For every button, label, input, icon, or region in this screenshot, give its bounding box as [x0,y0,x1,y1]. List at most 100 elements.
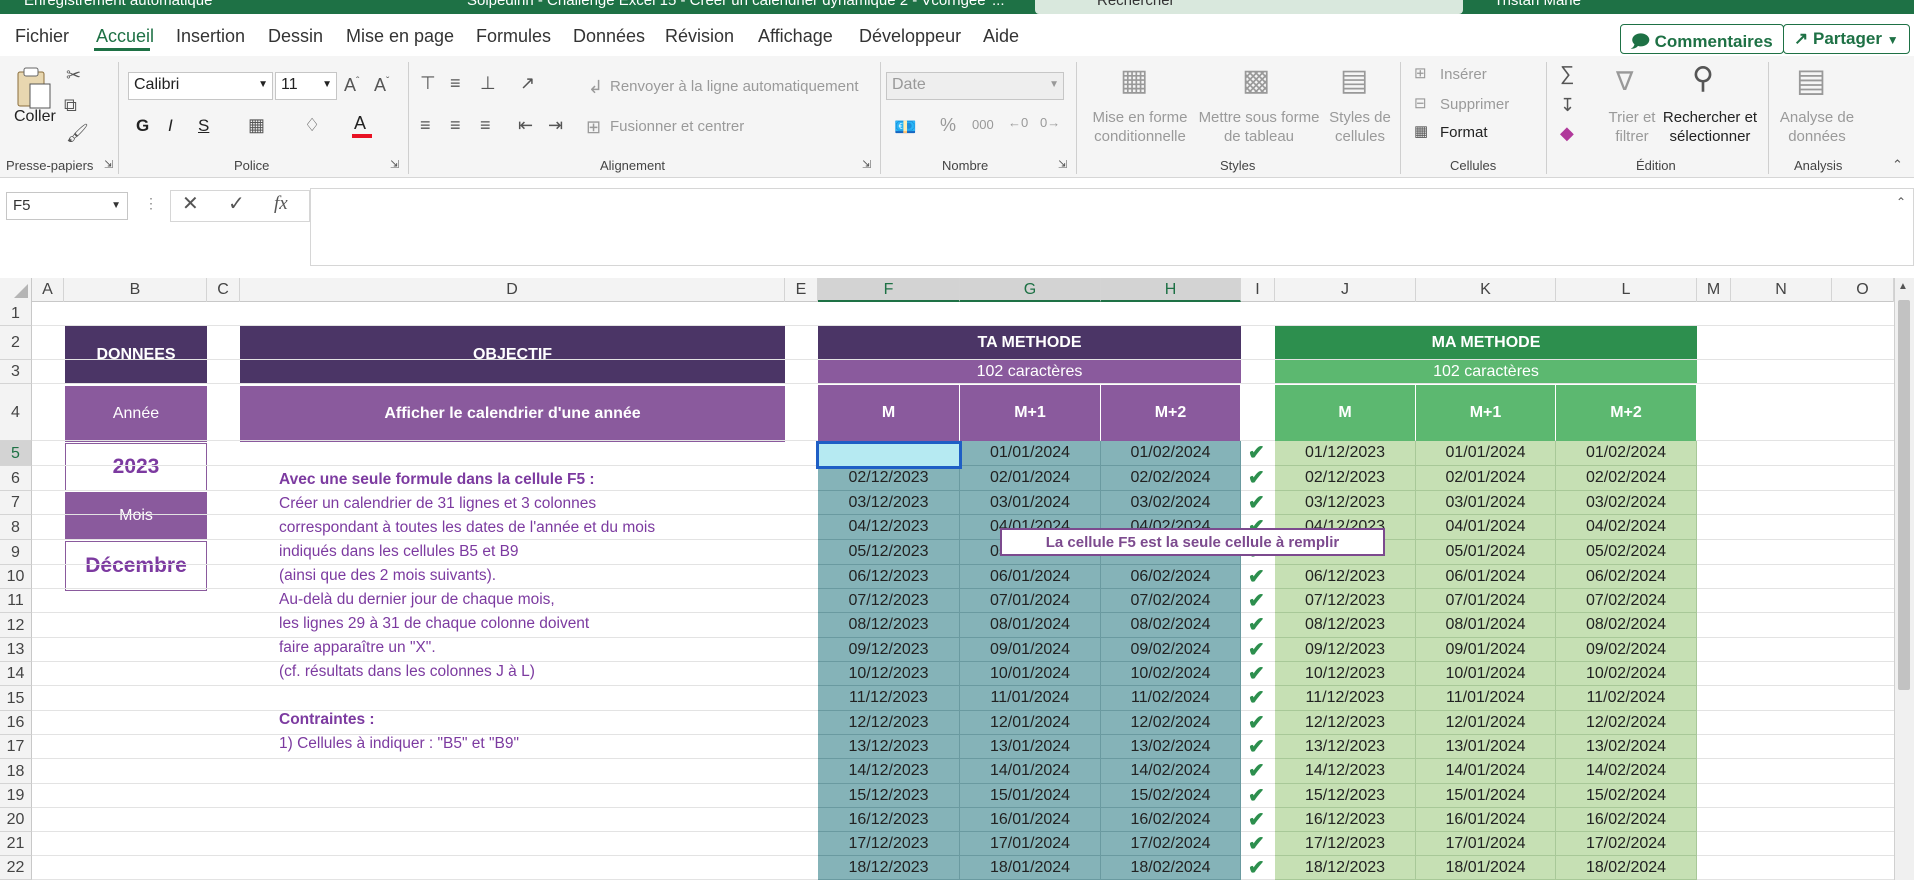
cut-icon[interactable]: ✂ [66,66,81,84]
row-header-19[interactable]: 19 [0,784,32,808]
align-right-icon[interactable]: ≡ [480,116,491,134]
column-header-J[interactable]: J [1275,278,1416,302]
enter-icon[interactable]: ✓ [228,194,245,214]
ta-cell[interactable]: 17/02/2024 [1101,832,1241,856]
ma-cell[interactable]: 02/02/2024 [1556,466,1697,491]
ta-cell[interactable]: 03/01/2024 [960,491,1101,515]
ta-cell[interactable]: 08/12/2023 [818,613,960,638]
row-header-4[interactable]: 4 [0,384,32,441]
ta-cell[interactable]: 11/12/2023 [818,686,960,711]
ma-cell[interactable]: 03/12/2023 [1275,491,1416,515]
mois-value[interactable]: Décembre [65,541,207,591]
merge-center-label[interactable]: Fusionner et centrer [610,118,744,135]
ta-cell[interactable]: 15/01/2024 [960,784,1101,808]
ta-cell[interactable]: 14/02/2024 [1101,759,1241,784]
insert-function-icon[interactable]: fx [274,194,288,213]
ma-cell[interactable]: 09/12/2023 [1275,638,1416,662]
copy-icon[interactable]: ⧉ [64,96,77,114]
fill-color-icon[interactable]: ♢ [304,116,320,134]
user-name[interactable]: Tristan Marie [1494,0,1581,9]
decrease-indent-icon[interactable]: ⇤ [518,116,533,134]
dialog-launcher-icon[interactable]: ⇲ [862,160,871,171]
ma-cell[interactable]: 14/02/2024 [1556,759,1697,784]
ma-cell[interactable]: 08/02/2024 [1556,613,1697,638]
menu-item-1[interactable]: Accueil [96,26,154,47]
ma-cell[interactable]: 15/02/2024 [1556,784,1697,808]
ma-methode-chars[interactable]: 102 caractères [1275,360,1697,384]
scrollbar-thumb[interactable] [1898,300,1910,690]
borders-icon[interactable]: ▦ [248,116,265,134]
ta-cell[interactable]: 18/01/2024 [960,856,1101,880]
clear-icon[interactable]: ◆ [1560,124,1574,142]
ma-cell[interactable]: 13/01/2024 [1416,735,1556,759]
ma-cell[interactable]: 06/02/2024 [1556,565,1697,589]
row-header-1[interactable]: 1 [0,302,32,326]
row-header-12[interactable]: 12 [0,613,32,638]
merge-icon[interactable]: ⊞ [586,118,601,136]
ta-cell[interactable]: 14/01/2024 [960,759,1101,784]
column-header-N[interactable]: N [1731,278,1832,302]
row-header-17[interactable]: 17 [0,735,32,759]
ma-cell[interactable]: 18/02/2024 [1556,856,1697,880]
ma-cell[interactable]: 08/01/2024 [1416,613,1556,638]
ta-methode-header[interactable]: TA METHODE [818,326,1241,359]
more-options-icon[interactable]: ⋮ [144,196,158,210]
ma-cell[interactable]: 12/12/2023 [1275,711,1416,735]
ma-cell[interactable]: 04/01/2024 [1416,515,1556,540]
ta-cell[interactable]: 04/12/2023 [818,515,960,540]
ta-cell[interactable]: 16/01/2024 [960,808,1101,832]
ta-col-header-1[interactable]: M+1 [960,385,1100,441]
ma-col-header-2[interactable]: M+2 [1556,385,1696,441]
wrap-text-icon[interactable]: ↲ [588,78,603,96]
autosave-label[interactable]: Enregistrement automatique [24,0,212,9]
ma-cell[interactable]: 09/02/2024 [1556,638,1697,662]
annee-label[interactable]: Année [65,386,207,442]
wrap-text-label[interactable]: Renvoyer à la ligne automatiquement [610,78,858,95]
ta-cell[interactable]: 15/12/2023 [818,784,960,808]
orientation-icon[interactable]: ↗ [520,74,535,92]
ma-cell[interactable]: 03/02/2024 [1556,491,1697,515]
format-painter-icon[interactable]: 🖌 [66,124,89,142]
ta-cell[interactable]: 12/01/2024 [960,711,1101,735]
ma-cell[interactable]: 14/01/2024 [1416,759,1556,784]
ma-cell[interactable]: 06/12/2023 [1275,565,1416,589]
fill-icon[interactable]: ↧ [1560,96,1575,114]
menu-item-7[interactable]: Révision [665,26,734,47]
column-header-F[interactable]: F [818,278,960,302]
ta-cell[interactable]: 01/01/2024 [960,441,1101,466]
ta-cell[interactable]: 10/12/2023 [818,662,960,686]
cell-styles-icon[interactable]: ▤ [1340,66,1368,96]
menu-item-3[interactable]: Dessin [268,26,323,47]
ma-cell[interactable]: 02/01/2024 [1416,466,1556,491]
ta-cell[interactable]: 16/12/2023 [818,808,960,832]
dialog-launcher-icon[interactable]: ⇲ [104,160,113,171]
percent-icon[interactable]: % [940,116,956,134]
ta-cell[interactable]: 08/02/2024 [1101,613,1241,638]
cell-styles-label[interactable]: Styles de cellules [1322,108,1398,146]
increase-font-icon[interactable]: Aˆ [344,76,359,94]
row-header-9[interactable]: 9 [0,540,32,565]
column-header-B[interactable]: B [64,278,207,302]
ta-col-header-2[interactable]: M+2 [1101,385,1240,441]
ta-cell[interactable]: 07/12/2023 [818,589,960,613]
formula-input[interactable] [310,188,1914,266]
mois-label[interactable]: Mois [65,492,207,540]
row-header-15[interactable]: 15 [0,686,32,711]
increase-decimal-icon[interactable]: ←0 [1008,116,1028,129]
ma-cell[interactable]: 11/02/2024 [1556,686,1697,711]
align-top-icon[interactable]: ⊤ [420,74,436,92]
column-header-D[interactable]: D [240,278,785,302]
ma-cell[interactable]: 05/02/2024 [1556,540,1697,565]
menu-item-8[interactable]: Affichage [758,26,833,47]
ma-methode-header[interactable]: MA METHODE [1275,326,1697,359]
ma-cell[interactable]: 10/12/2023 [1275,662,1416,686]
ta-cell[interactable]: 10/01/2024 [960,662,1101,686]
ta-col-header-0[interactable]: M [818,385,959,441]
ta-cell[interactable]: 06/12/2023 [818,565,960,589]
bold-button[interactable]: G [136,116,149,136]
ta-cell[interactable]: 11/02/2024 [1101,686,1241,711]
column-header-M[interactable]: M [1697,278,1731,302]
scroll-up-icon[interactable]: ▲ [1898,282,1908,292]
ma-cell[interactable]: 14/12/2023 [1275,759,1416,784]
row-header-20[interactable]: 20 [0,808,32,832]
